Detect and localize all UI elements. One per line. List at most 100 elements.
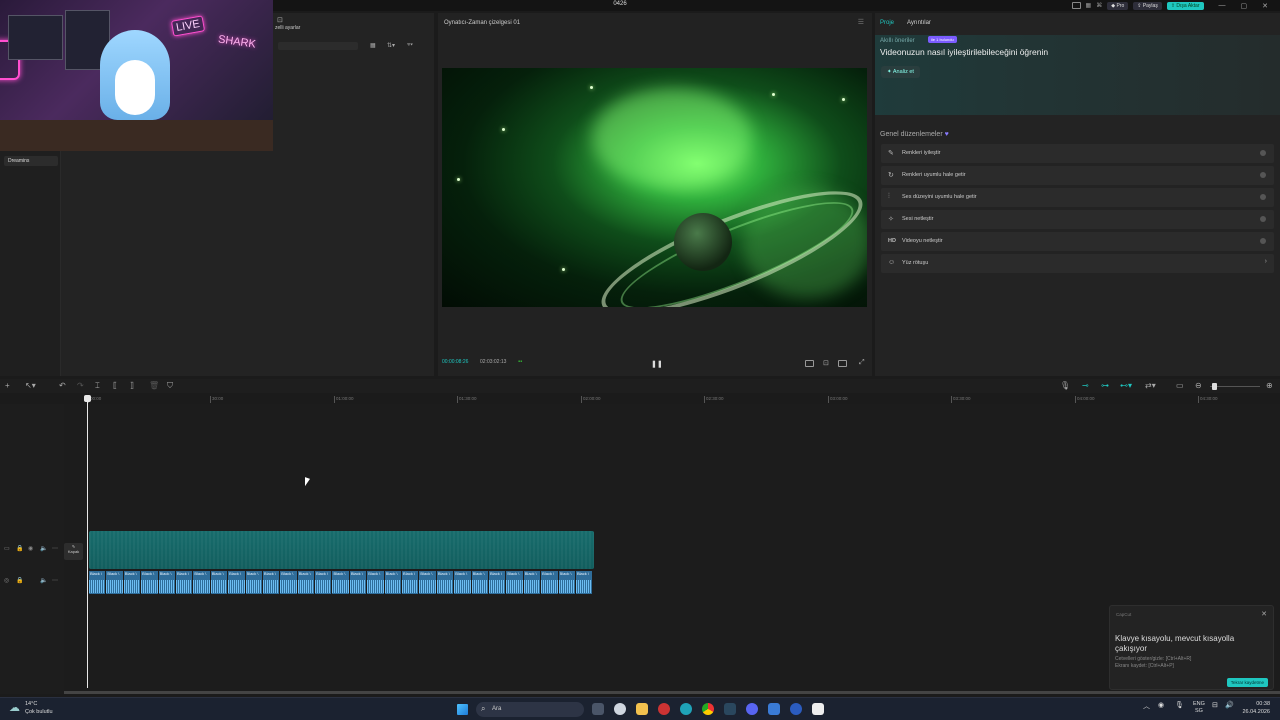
audio-clip[interactable]: Black \: [297, 571, 316, 594]
media-settings-label[interactable]: zelli ayarlar: [275, 25, 300, 31]
audio-clip[interactable]: Black \: [106, 571, 124, 594]
tab-details[interactable]: Ayrıntılar: [907, 20, 931, 26]
language-indicator[interactable]: ENG SG: [1193, 701, 1205, 715]
app-icon[interactable]: [658, 703, 670, 715]
network-icon[interactable]: ⊟: [1212, 701, 1218, 709]
audio-clip[interactable]: Black \: [280, 571, 298, 594]
audio-clip[interactable]: Black \: [262, 571, 281, 594]
caption-icon[interactable]: ▭: [1176, 381, 1184, 390]
timeline-ruler[interactable]: 00:00 30:00 01:00:00 01:30:00 02:00:00 0…: [84, 394, 1280, 404]
pause-button[interactable]: ❚❚: [651, 360, 663, 368]
audio-clip[interactable]: Black \: [367, 571, 385, 594]
shield-icon[interactable]: ⛉: [167, 381, 173, 391]
playhead[interactable]: [84, 395, 91, 688]
audio-clip[interactable]: Black \: [89, 571, 107, 594]
weather-icon[interactable]: ☁: [9, 701, 20, 714]
cover-button[interactable]: ✎ Kapak: [64, 543, 83, 560]
panel-icon[interactable]: ⊡: [277, 16, 283, 24]
audio-clip[interactable]: Black \: [210, 571, 229, 594]
more-icon[interactable]: ⋯: [52, 577, 58, 584]
audio-clip[interactable]: Black \: [488, 571, 507, 594]
trim-right-icon[interactable]: ⟧: [130, 381, 134, 390]
clock[interactable]: 00:38 26.04.2026: [1242, 700, 1270, 716]
audio-clip[interactable]: Black \: [123, 571, 142, 594]
audio-clip[interactable]: Black \: [141, 571, 159, 594]
audio-clip[interactable]: Black \: [332, 571, 350, 594]
export-button[interactable]: ⇧ Dışa Aktar: [1166, 1, 1204, 10]
enhance-video-row[interactable]: HD Videoyu netleştir: [881, 232, 1274, 251]
toggle[interactable]: [1260, 238, 1266, 244]
ratio-icon[interactable]: [805, 360, 814, 367]
volume-icon[interactable]: 🔈: [40, 545, 47, 552]
file-explorer-icon[interactable]: [636, 703, 648, 715]
audio-clip[interactable]: Black \: [454, 571, 472, 594]
magnet-icon[interactable]: ⊶: [1101, 381, 1109, 390]
player-menu-icon[interactable]: ☰: [858, 18, 864, 26]
ratio-select-icon[interactable]: [838, 360, 847, 367]
audio-clip[interactable]: Black \: [523, 571, 542, 594]
audio-clip[interactable]: Black \: [506, 571, 524, 594]
screenshot-icon[interactable]: ⊡: [823, 359, 829, 367]
retouch-row[interactable]: ☺ Yüz rötuşu ›: [881, 254, 1274, 273]
chevron-up-icon[interactable]: ︿: [1143, 701, 1150, 711]
start-button[interactable]: [457, 704, 468, 715]
toggle[interactable]: [1260, 172, 1266, 178]
app-icon[interactable]: [790, 703, 802, 715]
eye-icon[interactable]: ◉: [28, 545, 33, 552]
pro-button[interactable]: ◆ Pro: [1107, 1, 1129, 10]
more-icon[interactable]: ⋯: [52, 545, 58, 552]
redo-icon[interactable]: ↷: [77, 381, 84, 390]
audio-clip[interactable]: Black \: [402, 571, 420, 594]
mic-icon[interactable]: 🎙: [1060, 381, 1070, 390]
discord-icon[interactable]: [746, 703, 758, 715]
shortcut-icon[interactable]: ⌘: [1096, 2, 1102, 9]
audio-clip[interactable]: Black \: [245, 571, 263, 594]
volume-icon[interactable]: 🔈: [40, 577, 47, 584]
capcut-icon[interactable]: [812, 703, 824, 715]
audio-clip[interactable]: Black \: [558, 571, 576, 594]
toggle[interactable]: [1260, 150, 1266, 156]
audio-clip[interactable]: Black \: [349, 571, 368, 594]
tray-icon[interactable]: ◉: [1158, 701, 1164, 709]
undo-icon[interactable]: ↶: [59, 381, 66, 390]
toast-action-button[interactable]: Tekrar kaydetme: [1226, 678, 1268, 687]
sort-icon[interactable]: ⇅▾: [387, 42, 395, 49]
lock-icon[interactable]: 🔒: [16, 545, 23, 552]
analyze-button[interactable]: ✦ Analiz et: [881, 66, 920, 78]
zoom-out-icon[interactable]: ⊖: [1195, 381, 1202, 390]
audio-clip[interactable]: Black \: [384, 571, 403, 594]
audio-clip[interactable]: Black \: [158, 571, 176, 594]
audio-clip[interactable]: Black \: [228, 571, 246, 594]
settings-icon[interactable]: [614, 703, 626, 715]
toggle[interactable]: [1260, 216, 1266, 222]
enhance-colors-row[interactable]: ✎ Renkleri iyileştir: [881, 144, 1274, 163]
audio-clip[interactable]: Black \: [471, 571, 489, 594]
chain-icon[interactable]: ⊷▾: [1120, 381, 1132, 390]
taskbar-search[interactable]: ⌕ Ara: [476, 702, 584, 717]
zoom-slider[interactable]: [1210, 386, 1260, 387]
task-view-icon[interactable]: [592, 703, 604, 715]
tab-project[interactable]: Proje: [880, 20, 894, 26]
chrome-icon[interactable]: [702, 703, 714, 715]
audio-clip[interactable]: Black \: [419, 571, 437, 594]
toast-close-icon[interactable]: ✕: [1261, 610, 1267, 618]
audio-clip[interactable]: Black \: [175, 571, 194, 594]
fullscreen-icon[interactable]: ⤢: [859, 359, 865, 367]
preview-axis-icon[interactable]: ⇄▾: [1145, 381, 1156, 390]
timeline-scrollbar[interactable]: [64, 691, 1280, 694]
volume-icon[interactable]: 🔊: [1225, 701, 1234, 709]
share-button[interactable]: ⇪ Paylaş: [1133, 1, 1162, 10]
grid-icon[interactable]: ▦: [1086, 2, 1092, 9]
trim-left-icon[interactable]: ⟦: [113, 381, 117, 390]
maximize-icon[interactable]: ▢: [1241, 2, 1248, 10]
minimize-icon[interactable]: —: [1219, 2, 1226, 9]
delete-icon[interactable]: 🗑: [149, 381, 159, 390]
audio-clip[interactable]: Black \: [575, 571, 594, 594]
close-icon[interactable]: ✕: [1262, 2, 1268, 10]
video-clip[interactable]: [89, 531, 594, 569]
filter-icon[interactable]: ⫧▾: [407, 42, 413, 49]
audio-clip[interactable]: Black \: [193, 571, 211, 594]
match-colors-row[interactable]: ↻ Renkleri uyumlu hale getir: [881, 166, 1274, 185]
audio-clip[interactable]: Black \: [436, 571, 455, 594]
enhance-voice-row[interactable]: ✧ Sesi netleştir: [881, 210, 1274, 229]
